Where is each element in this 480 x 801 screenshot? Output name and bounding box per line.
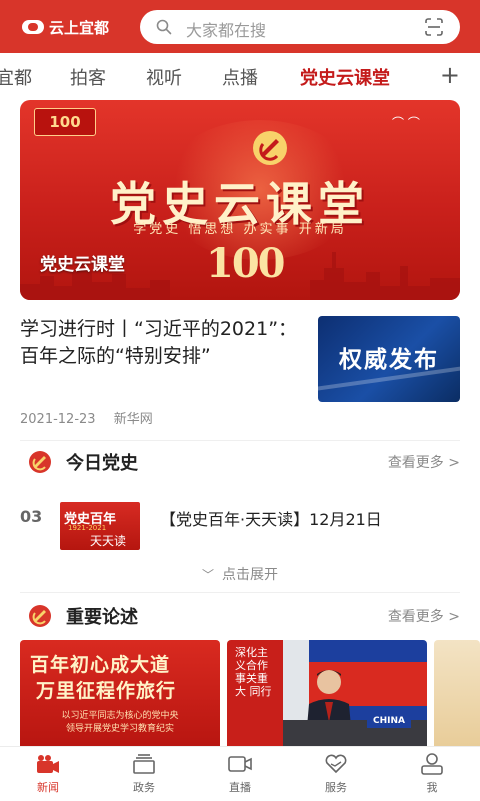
nav-news[interactable]: 新闻: [0, 753, 96, 795]
expand-button[interactable]: ﹀ 点击展开: [0, 564, 480, 584]
section-header-today: 今日党史 查看更多 >: [20, 446, 460, 476]
remarks-card[interactable]: 百年初心成大道 万里征程作旅行 以习近平同志为核心的党中央 领导开展党史学习教育…: [20, 640, 220, 750]
divider: [20, 592, 460, 593]
app-logo[interactable]: 云上宜都: [22, 16, 109, 38]
card-line-1: 百年初心成大道: [30, 654, 171, 676]
divider: [20, 440, 460, 441]
section-header-remarks: 重要论述 查看更多 >: [20, 600, 460, 630]
card-strip: 深化主义合作 事关重大 同行: [227, 640, 283, 750]
hero-banner[interactable]: 100 ⌒ ⌒ 党史云课堂 学党史 悟思想 办实事 开新局 100 党史云课堂: [20, 100, 460, 300]
app-name: 云上宜都: [49, 18, 110, 37]
search-bar[interactable]: 大家都在搜: [140, 10, 460, 44]
stack-icon: [133, 754, 155, 774]
camera-icon: [37, 755, 59, 773]
nav-label: 直播: [229, 781, 251, 794]
view-more-today-link[interactable]: 查看更多 >: [388, 452, 460, 472]
tab-yidu[interactable]: 宜都: [0, 64, 32, 90]
banner-caption: 党史云课堂: [40, 255, 125, 275]
news-meta: 2021-12-23 新华网: [20, 408, 167, 427]
expand-label: 点击展开: [222, 567, 278, 583]
party-emblem-icon: [253, 131, 287, 165]
heart-hands-icon: [325, 754, 347, 774]
strip-text: 深化主义合作 事关重大 同行: [235, 646, 272, 698]
item-thumbnail: 党史百年 1921-2021 天天读: [60, 502, 140, 550]
top-bar: 云上宜都 大家都在搜: [0, 0, 480, 53]
news-date: 2021-12-23: [20, 412, 96, 427]
news-thumbnail[interactable]: 权威发布: [318, 316, 460, 402]
card-line-2: 万里征程作旅行: [36, 680, 177, 702]
china-badge: CHINA: [367, 714, 411, 728]
news-headline[interactable]: 学习进行时丨“习近平的2021”：百年之际的“特别安排”: [20, 316, 302, 370]
add-channel-icon[interactable]: +: [440, 61, 460, 89]
news-source: 新华网: [113, 412, 153, 427]
nav-label: 服务: [325, 781, 347, 794]
remarks-card[interactable]: [434, 640, 480, 750]
tab-shiting[interactable]: 视听: [146, 64, 182, 90]
banner-slogan: 学党史 悟思想 办实事 开新局: [133, 222, 347, 237]
remarks-card[interactable]: 深化主义合作 事关重大 同行 CHINA: [227, 640, 427, 750]
item-number: 03: [20, 507, 43, 526]
history-list-item[interactable]: 03 党史百年 1921-2021 天天读 【党史百年·天天读】12月21日: [20, 500, 460, 552]
thumb-years: 1921-2021: [68, 524, 107, 532]
section-title-today: 今日党史: [66, 453, 138, 474]
thumb-subtitle: 天天读: [90, 534, 127, 548]
chevron-down-icon: ﹀: [201, 568, 214, 582]
video-icon: [228, 756, 252, 772]
news-item[interactable]: 学习进行时丨“习近平的2021”：百年之际的“特别安排” 权威发布 2021-1…: [20, 316, 460, 427]
section-title-remarks: 重要论述: [66, 607, 138, 628]
card-line-3: 以习近平同志为核心的党中央 领导开展党史学习教育纪实: [61, 711, 179, 734]
item-title[interactable]: 【党史百年·天天读】12月21日: [160, 506, 382, 530]
tab-paike[interactable]: 拍客: [70, 64, 106, 90]
scan-icon[interactable]: [424, 17, 444, 37]
nav-government[interactable]: 政务: [96, 753, 192, 795]
search-placeholder: 大家都在搜: [186, 21, 267, 40]
banner-100-mark: 100: [206, 240, 285, 287]
view-more-remarks-link[interactable]: 查看更多 >: [388, 606, 460, 626]
tab-dianbo[interactable]: 点播: [222, 64, 258, 90]
doves-icon: ⌒ ⌒: [392, 116, 420, 130]
party-emblem-icon: [29, 451, 51, 473]
logo-mark-icon: [22, 20, 44, 34]
channel-tabs: 宜都 拍客 视听 点播 党史云课堂 +: [0, 53, 480, 99]
nav-live[interactable]: 直播: [192, 753, 288, 795]
remarks-carousel[interactable]: 百年初心成大道 万里征程作旅行 以习近平同志为核心的党中央 领导开展党史学习教育…: [20, 640, 480, 750]
user-icon: [421, 753, 443, 775]
nav-service[interactable]: 服务: [288, 753, 384, 795]
thumbnail-text: 权威发布: [339, 347, 439, 373]
tab-dangshi-cloud-class[interactable]: 党史云课堂: [300, 64, 390, 90]
anniversary-badge: 100: [34, 108, 96, 136]
nav-me[interactable]: 我: [384, 753, 480, 795]
party-emblem-icon: [29, 605, 51, 627]
bottom-nav: 新闻 政务 直播 服务 我: [0, 746, 480, 801]
nav-label: 政务: [133, 781, 155, 794]
search-icon: [156, 19, 172, 35]
nav-label: 新闻: [37, 781, 59, 794]
nav-label: 我: [426, 781, 438, 794]
